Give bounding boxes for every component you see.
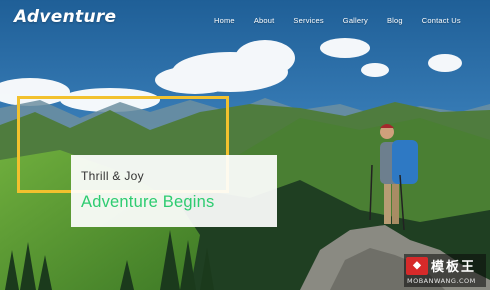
nav-item-blog[interactable]: Blog — [387, 16, 403, 28]
site-logo[interactable]: Adventure — [14, 7, 116, 27]
nav-item-about[interactable]: About — [254, 16, 275, 28]
main-nav: Home About Services Gallery Blog Contact… — [214, 16, 461, 28]
hero-headline: Adventure Begins — [81, 193, 215, 211]
watermark-url: MOBANWANG.COM — [407, 277, 476, 285]
hero-caption-box: Thrill & Joy Adventure Begins — [71, 155, 277, 227]
nav-item-services[interactable]: Services — [293, 16, 323, 28]
watermark-logo: ◆ 模板王 MOBANWANG.COM — [404, 254, 486, 287]
watermark-title: 模板王 — [431, 260, 477, 275]
nav-item-contact-us[interactable]: Contact Us — [422, 16, 461, 28]
hero-tagline: Thrill & Joy — [81, 169, 144, 183]
nav-item-gallery[interactable]: Gallery — [343, 16, 368, 28]
watermark-badge-icon: ◆ — [406, 257, 428, 275]
nav-item-home[interactable]: Home — [214, 16, 235, 28]
